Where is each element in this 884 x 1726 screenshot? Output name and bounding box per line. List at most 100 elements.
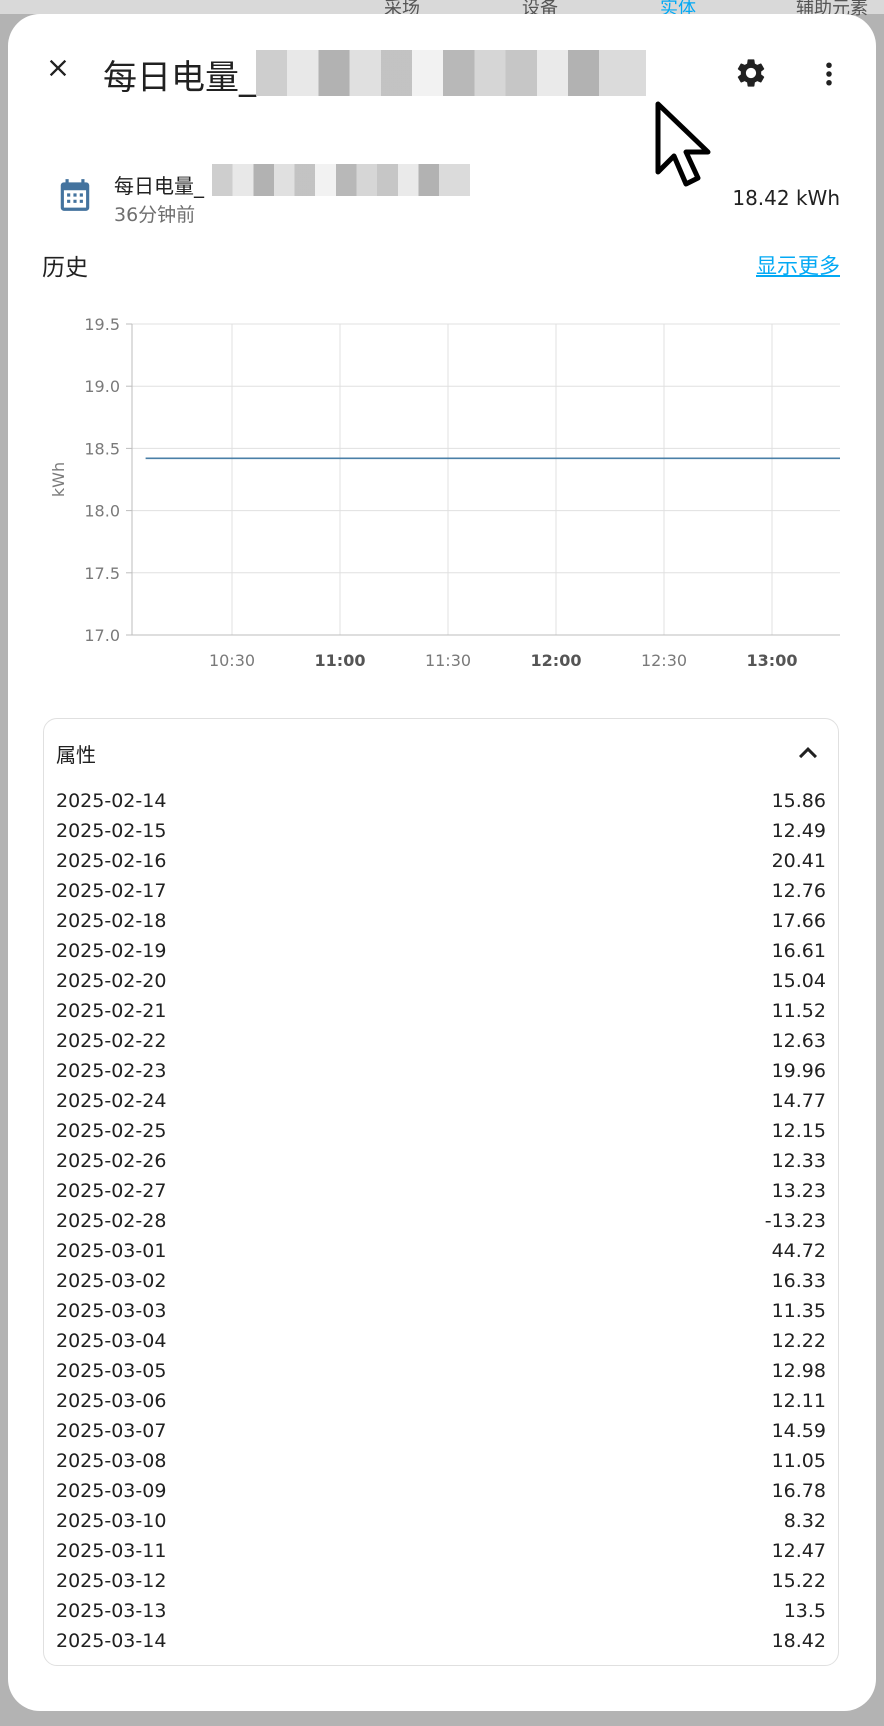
attribute-row: 2025-02-15 12.49 (56, 816, 826, 846)
attribute-row: 2025-03-14 18.42 (56, 1626, 826, 1656)
attribute-date: 2025-02-23 (56, 1060, 167, 1082)
attribute-date: 2025-03-10 (56, 1510, 167, 1532)
attribute-value: 12.63 (771, 1030, 826, 1052)
attribute-date: 2025-03-12 (56, 1570, 167, 1592)
attribute-row: 2025-03-12 15.22 (56, 1566, 826, 1596)
attribute-date: 2025-03-09 (56, 1480, 167, 1502)
show-more-link[interactable]: 显示更多 (756, 250, 840, 280)
y-tick-label: 19.0 (84, 377, 120, 396)
attribute-value: 12.98 (771, 1360, 826, 1382)
attribute-value: 16.78 (771, 1480, 826, 1502)
attribute-row: 2025-03-11 12.47 (56, 1536, 826, 1566)
attribute-date: 2025-02-26 (56, 1150, 167, 1172)
attribute-date: 2025-03-03 (56, 1300, 167, 1322)
attribute-value: 11.05 (771, 1450, 826, 1472)
attribute-row: 2025-02-22 12.63 (56, 1026, 826, 1056)
attribute-value: 20.41 (771, 850, 826, 872)
attribute-date: 2025-03-05 (56, 1360, 167, 1382)
attribute-value: 12.22 (771, 1330, 826, 1352)
attribute-date: 2025-02-16 (56, 850, 167, 872)
x-tick-label: 12:00 (531, 651, 582, 670)
y-tick-label: 17.5 (84, 564, 120, 583)
attribute-row: 2025-03-02 16.33 (56, 1266, 826, 1296)
entity-state: 18.42 kWh (732, 186, 840, 210)
attributes-heading[interactable]: 属性 (56, 739, 96, 768)
attribute-row: 2025-02-18 17.66 (56, 906, 826, 936)
attribute-value: 15.22 (771, 1570, 826, 1592)
attribute-row: 2025-03-07 14.59 (56, 1416, 826, 1446)
attribute-date: 2025-02-21 (56, 1000, 167, 1022)
attribute-row: 2025-03-10 8.32 (56, 1506, 826, 1536)
gear-icon (737, 59, 765, 87)
attribute-value: 15.86 (771, 790, 826, 812)
attribute-value: 12.49 (771, 820, 826, 842)
attribute-row: 2025-02-17 12.76 (56, 876, 826, 906)
attribute-value: 13.23 (771, 1180, 826, 1202)
attribute-date: 2025-02-17 (56, 880, 167, 902)
settings-button[interactable] (734, 56, 774, 96)
attribute-date: 2025-03-13 (56, 1600, 167, 1622)
attribute-date: 2025-02-19 (56, 940, 167, 962)
redacted-entity-block (212, 164, 470, 196)
attribute-value: 44.72 (771, 1240, 826, 1262)
attribute-date: 2025-03-02 (56, 1270, 167, 1292)
attribute-value: 12.47 (771, 1540, 826, 1562)
attribute-row: 2025-03-03 11.35 (56, 1296, 826, 1326)
attribute-row: 2025-03-06 12.11 (56, 1386, 826, 1416)
attribute-date: 2025-03-04 (56, 1330, 167, 1352)
x-tick-label: 11:00 (315, 651, 366, 670)
close-button[interactable] (34, 44, 82, 92)
calendar-icon (60, 179, 90, 211)
attribute-row: 2025-02-25 12.15 (56, 1116, 826, 1146)
attribute-row: 2025-02-24 14.77 (56, 1086, 826, 1116)
attribute-value: 16.61 (771, 940, 826, 962)
attributes-list: 2025-02-14 15.86 2025-02-15 12.49 2025-02-16… (56, 786, 826, 1656)
attributes-panel: 属性 2025-02-14 15.86 2025-02-15 12.49 2025-02… (43, 718, 839, 1666)
entity-name: 每日电量_ (114, 174, 204, 198)
more-vert-icon (826, 62, 832, 86)
attribute-date: 2025-03-07 (56, 1420, 167, 1442)
attribute-row: 2025-02-28 -13.23 (56, 1206, 826, 1236)
attribute-date: 2025-02-15 (56, 820, 167, 842)
y-tick-label: 17.0 (84, 626, 120, 645)
attribute-date: 2025-02-22 (56, 1030, 167, 1052)
attribute-date: 2025-02-27 (56, 1180, 167, 1202)
attribute-date: 2025-02-14 (56, 790, 167, 812)
attribute-value: 18.42 (771, 1630, 826, 1652)
attribute-row: 2025-03-05 12.98 (56, 1356, 826, 1386)
attribute-row: 2025-02-14 15.86 (56, 786, 826, 816)
history-heading: 历史 (42, 255, 88, 281)
y-tick-label: 19.5 (84, 315, 120, 334)
x-tick-label: 11:30 (425, 651, 471, 670)
dialog-title: 每日电量_ (103, 58, 256, 98)
attribute-value: 12.15 (771, 1120, 826, 1142)
attribute-date: 2025-02-18 (56, 910, 167, 932)
redacted-title-block (256, 50, 646, 96)
attribute-value: -13.23 (764, 1210, 826, 1232)
attribute-value: 12.76 (771, 880, 826, 902)
attribute-date: 2025-03-06 (56, 1390, 167, 1412)
x-tick-label: 10:30 (209, 651, 255, 670)
attribute-row: 2025-02-26 12.33 (56, 1146, 826, 1176)
attribute-row: 2025-03-09 16.78 (56, 1476, 826, 1506)
attribute-row: 2025-02-16 20.41 (56, 846, 826, 876)
attribute-row: 2025-03-08 11.05 (56, 1446, 826, 1476)
attribute-row: 2025-02-21 11.52 (56, 996, 826, 1026)
attribute-row: 2025-03-04 12.22 (56, 1326, 826, 1356)
close-icon (49, 59, 67, 77)
chevron-up-icon[interactable] (790, 735, 826, 771)
attribute-value: 8.32 (783, 1510, 826, 1532)
dialog-header: 每日电量_ (8, 14, 876, 124)
attribute-date: 2025-02-28 (56, 1210, 167, 1232)
entity-row[interactable]: 每日电量_ 36分钟前 18.42 kWh (8, 154, 876, 234)
x-tick-label: 12:30 (641, 651, 687, 670)
y-tick-label: 18.5 (84, 439, 120, 458)
attribute-value: 11.52 (771, 1000, 826, 1022)
history-chart[interactable]: 19.5 19.0 18.5 18.0 17.5 17.0 10:30 11:00 11:30 1… (8, 294, 876, 714)
attribute-value: 12.11 (771, 1390, 826, 1412)
more-options-button[interactable] (814, 56, 844, 96)
attribute-date: 2025-03-08 (56, 1450, 167, 1472)
attribute-date: 2025-02-20 (56, 970, 167, 992)
attribute-value: 15.04 (771, 970, 826, 992)
x-tick-label: 13:00 (747, 651, 798, 670)
